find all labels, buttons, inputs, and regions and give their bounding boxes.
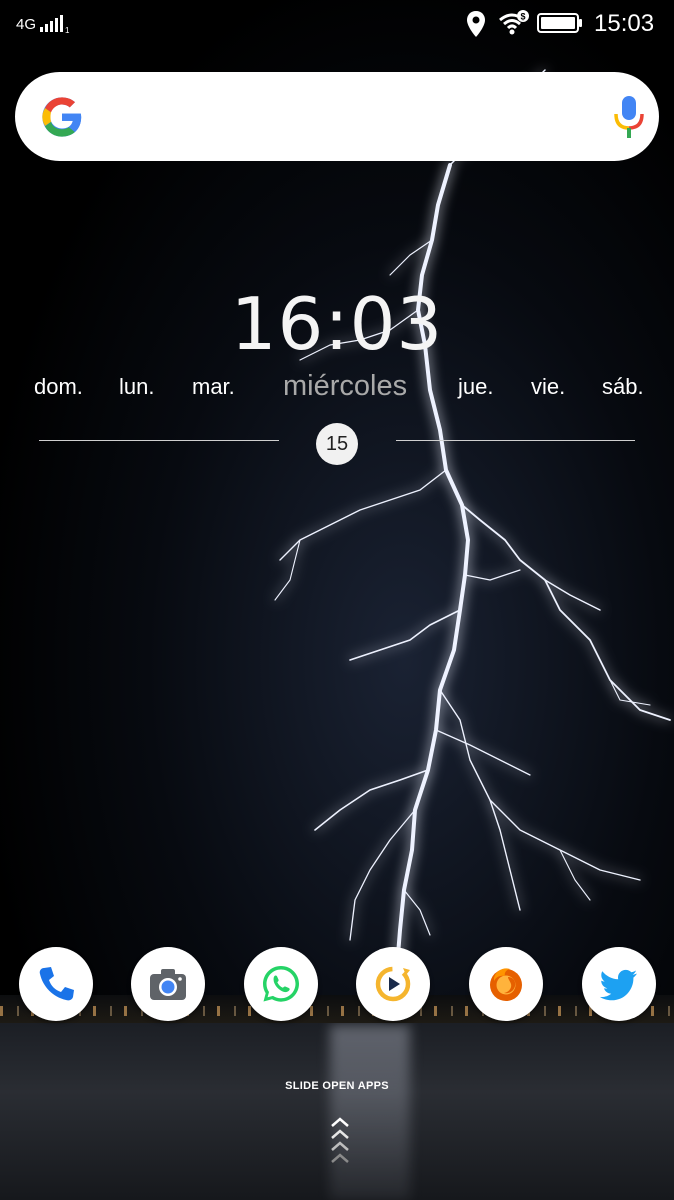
day-sunday: dom.: [34, 374, 83, 399]
divider-left: [39, 440, 279, 441]
date-badge: 15: [316, 423, 358, 465]
day-friday: vie.: [531, 374, 566, 399]
day-wednesday-current: miércoles: [283, 370, 408, 402]
phone-icon: [39, 967, 74, 1001]
network-type-label: 4G: [16, 16, 37, 33]
svg-text:$: $: [520, 12, 525, 22]
clock-time[interactable]: 16:03: [0, 282, 674, 366]
status-time: 15:03: [594, 10, 655, 37]
status-bar: 4G 1 $ 15:03: [0, 0, 674, 48]
location-icon: [467, 11, 485, 37]
dock-phone[interactable]: [19, 947, 93, 1021]
weekday-row: dom. lun. mar. miércoles jue. vie. sáb.: [0, 370, 674, 414]
day-thursday: jue.: [458, 374, 494, 399]
google-logo: [42, 97, 82, 137]
svg-text:1: 1: [65, 26, 70, 34]
divider-right: [396, 440, 635, 441]
dock-video-player[interactable]: [356, 947, 430, 1021]
slide-open-apps-label: SLIDE OPEN APPS: [285, 1080, 389, 1092]
dock-camera[interactable]: [131, 947, 205, 1021]
day-monday: lun.: [119, 374, 155, 399]
home-screen: 4G 1 $ 15:03 16:03 dom. lun. mar. miérco…: [0, 0, 674, 1200]
battery-icon: [537, 13, 582, 33]
wifi-icon: $: [499, 10, 529, 35]
mic-icon[interactable]: [611, 94, 647, 140]
camera-icon: [150, 969, 186, 1000]
signal-icon: 1: [40, 15, 70, 34]
dock-whatsapp[interactable]: [244, 947, 318, 1021]
google-search-bar[interactable]: [15, 72, 659, 161]
day-tuesday: mar.: [192, 374, 235, 399]
video-player-icon: [375, 966, 411, 1002]
firefox-icon: [490, 968, 522, 1001]
lightning-wallpaper: [274, 69, 671, 982]
dock-twitter[interactable]: [582, 947, 656, 1021]
dock-firefox[interactable]: [469, 947, 543, 1021]
twitter-icon: [599, 969, 637, 1001]
day-saturday: sáb.: [602, 374, 644, 399]
chevron-up-icon[interactable]: [328, 1116, 352, 1170]
whatsapp-icon: [263, 966, 299, 1002]
